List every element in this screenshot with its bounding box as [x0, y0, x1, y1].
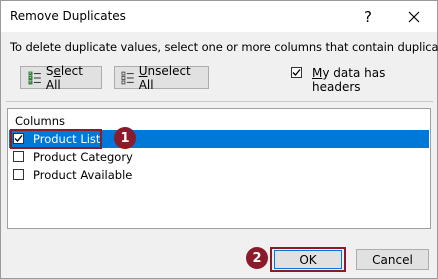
close-button[interactable]: [397, 3, 431, 30]
product-available-checkbox[interactable]: [13, 169, 24, 180]
my-data-has-headers-checkbox[interactable]: [291, 67, 302, 78]
column-item-label: Product Category: [33, 150, 133, 164]
step-1-badge: 1: [114, 127, 136, 149]
select-all-icon: [28, 71, 41, 84]
title-bar: Remove Duplicates ?: [1, 1, 437, 32]
columns-header: Columns: [15, 114, 66, 128]
product-category-checkbox[interactable]: [13, 151, 24, 162]
step-2-badge: 2: [246, 247, 268, 269]
columns-listbox[interactable]: Columns Product List Product Category Pr…: [7, 108, 431, 229]
cancel-button[interactable]: Cancel: [356, 249, 429, 270]
close-icon: [408, 11, 420, 22]
unselect-all-icon: [121, 71, 134, 84]
column-item-product-category[interactable]: Product Category: [9, 148, 429, 166]
column-item-label: Product Available: [33, 168, 133, 182]
unselect-all-button[interactable]: Unselect All: [114, 63, 209, 92]
help-button[interactable]: ?: [353, 3, 383, 30]
checkmark-icon: [292, 69, 301, 76]
ok-button[interactable]: OK: [274, 250, 342, 269]
divider: [6, 101, 433, 102]
instruction-text: To delete duplicate values, select one o…: [10, 40, 438, 54]
unselect-all-label: Unselect All: [138, 63, 191, 92]
product-list-highlight: [10, 129, 102, 149]
dialog-title: Remove Duplicates: [10, 9, 126, 23]
select-all-label: Select All: [45, 63, 83, 92]
column-item-product-available[interactable]: Product Available: [9, 166, 429, 184]
my-data-has-headers-label[interactable]: My data has headers: [312, 66, 437, 94]
help-icon: ?: [364, 7, 372, 26]
select-all-button[interactable]: Select All: [20, 63, 102, 92]
remove-duplicates-dialog: Remove Duplicates ? To delete duplicate …: [0, 0, 438, 279]
